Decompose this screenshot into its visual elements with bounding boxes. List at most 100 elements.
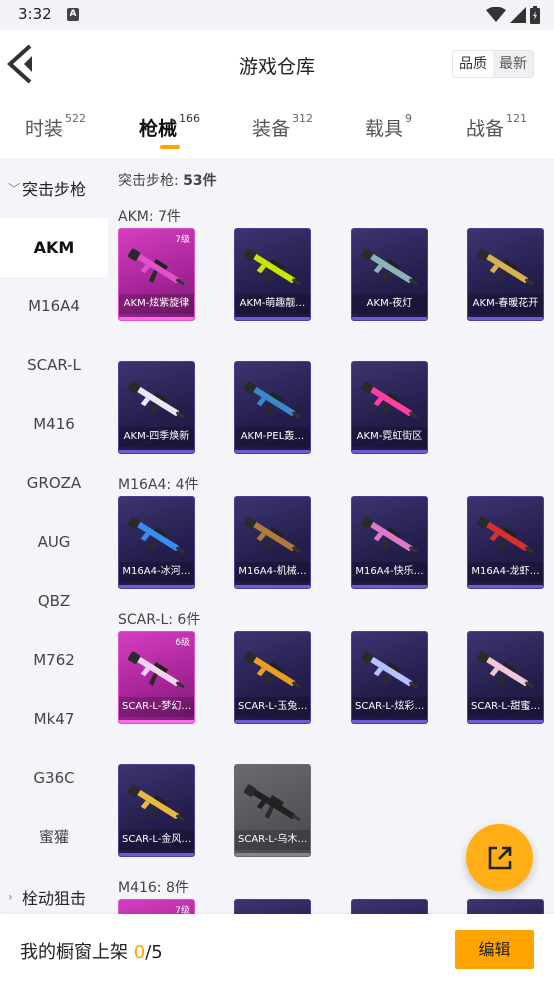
weapon-card[interactable]: 7级 AKM-炫紫旋律: [118, 228, 195, 321]
weapon-name: SCAR-L-甜蜜…: [468, 697, 543, 717]
section-title: AKM:: [118, 209, 154, 225]
edit-button[interactable]: 编辑: [455, 930, 534, 969]
weapon-card[interactable]: AKM-PEL轰…: [234, 361, 311, 454]
chevron-right-icon: ›: [8, 890, 13, 904]
rifle-icon: [360, 651, 418, 689]
sidebar-item-scar-l[interactable]: SCAR-L: [0, 336, 108, 395]
sidebar-item-akm[interactable]: AKM: [0, 218, 108, 277]
rifle-icon: [243, 248, 301, 286]
showcase-label: 我的橱窗上架: [20, 942, 128, 963]
weapon-name: AKM-PEL轰…: [235, 427, 310, 447]
tab-label: 载具: [365, 118, 404, 140]
weapon-card[interactable]: SCAR-L-乌木…: [234, 764, 311, 857]
rifle-icon: [360, 248, 418, 286]
weapon-name: SCAR-L-金风…: [119, 830, 194, 850]
showcase-status: 我的橱窗上架 0/5: [20, 938, 163, 964]
rifle-icon: [127, 784, 185, 822]
tab-count: 166: [179, 112, 201, 125]
sidebar-item-m16a4[interactable]: M16A4: [0, 277, 108, 336]
sidebar-item-qbz[interactable]: QBZ: [0, 572, 108, 631]
tab-label: 时装: [25, 118, 64, 140]
notification-icon: A: [67, 8, 79, 21]
section-count: 7件: [158, 209, 181, 225]
section-header: AKM: 7件: [118, 206, 181, 226]
weapon-card[interactable]: M16A4-机械…: [234, 496, 311, 589]
weapon-card[interactable]: AKM-萌趣靓…: [234, 228, 311, 321]
sidebar-group-bolt-sniper[interactable]: › 栓动狙击: [0, 867, 108, 914]
weapon-card[interactable]: [234, 899, 311, 914]
section-header: SCAR-L: 6件: [118, 609, 200, 629]
tab-count: 121: [506, 112, 528, 125]
summary-count: 53件: [183, 173, 217, 189]
weapon-card[interactable]: M16A4-冰河…: [118, 496, 195, 589]
weapon-name: AKM-春暖花开: [468, 294, 543, 314]
weapon-card[interactable]: SCAR-L-甜蜜…: [467, 631, 544, 724]
rifle-icon: [476, 651, 534, 689]
weapon-name: M16A4-龙虾…: [468, 562, 543, 582]
battery-icon: [530, 6, 540, 24]
tab-weapons[interactable]: 枪械 166: [139, 112, 201, 141]
weapon-card[interactable]: AKM-霓虹街区: [351, 361, 428, 454]
section-count: 6件: [177, 612, 201, 628]
section-title: M416:: [118, 880, 162, 896]
weapon-name: AKM-萌趣靓…: [235, 294, 310, 314]
tab-supplies[interactable]: 战备 121: [466, 112, 528, 141]
sort-quality-option[interactable]: 品质: [453, 51, 493, 77]
level-badge: 6级: [175, 638, 190, 648]
sidebar-item-aug[interactable]: AUG: [0, 513, 108, 572]
section-header: M416: 8件: [118, 877, 189, 897]
weapon-card[interactable]: AKM-四季焕新: [118, 361, 195, 454]
section-title: M16A4:: [118, 477, 172, 493]
summary-label: 突击步枪:: [118, 173, 179, 189]
weapon-card[interactable]: AKM-夜灯: [351, 228, 428, 321]
rifle-icon: [127, 516, 185, 554]
weapon-card[interactable]: M16A4-龙虾…: [467, 496, 544, 589]
signal-icon: [510, 7, 526, 23]
status-time: 3:32: [18, 5, 52, 23]
rifle-icon: [243, 651, 301, 689]
tab-vehicles[interactable]: 载具 9: [365, 112, 413, 141]
sidebar-group-assault-rifle[interactable]: ﹀ 突击步枪: [0, 158, 108, 218]
weapon-name: AKM-霓虹街区: [352, 427, 427, 447]
sort-latest-option[interactable]: 最新: [493, 51, 533, 77]
weapon-card[interactable]: AKM-春暖花开: [467, 228, 544, 321]
weapon-card[interactable]: 7级: [118, 899, 195, 914]
tab-count: 312: [292, 112, 314, 125]
weapon-name: SCAR-L-炫彩…: [352, 697, 427, 717]
weapon-card[interactable]: SCAR-L-炫彩…: [351, 631, 428, 724]
sidebar-item-groza[interactable]: GROZA: [0, 454, 108, 513]
weapon-card[interactable]: [351, 899, 428, 914]
weapon-name: AKM-炫紫旋律: [119, 294, 194, 314]
weapon-name: AKM-夜灯: [352, 294, 427, 314]
weapon-card[interactable]: M16A4-快乐…: [351, 496, 428, 589]
showcase-current: 0: [133, 942, 146, 963]
rifle-icon: [243, 784, 301, 822]
tab-label: 装备: [252, 118, 291, 140]
tab-equipment[interactable]: 装备 312: [252, 112, 314, 141]
sidebar-item-g36c[interactable]: G36C: [0, 749, 108, 808]
weapon-type-sidebar: ﹀ 突击步枪 AKM M16A4 SCAR-L M416 GROZA AUG Q…: [0, 158, 108, 914]
weapon-card[interactable]: [467, 899, 544, 914]
header: 游戏仓库 品质 最新: [0, 30, 554, 100]
weapon-card[interactable]: SCAR-L-玉兔…: [234, 631, 311, 724]
share-button[interactable]: [466, 824, 533, 891]
section-count: 8件: [165, 880, 189, 896]
sidebar-item-m416[interactable]: M416: [0, 395, 108, 454]
weapon-card[interactable]: 6级 SCAR-L-梦幻…: [118, 631, 195, 724]
weapon-card[interactable]: SCAR-L-金风…: [118, 764, 195, 857]
showcase-bar: 我的橱窗上架 0/5 编辑: [0, 914, 554, 984]
tab-fashion[interactable]: 时装 522: [25, 112, 86, 141]
tab-count: 9: [405, 112, 413, 125]
sidebar-item-honey-badger[interactable]: 蜜獾: [0, 808, 108, 867]
sidebar-item-mk47[interactable]: Mk47: [0, 690, 108, 749]
rifle-icon: [127, 248, 185, 286]
sort-toggle[interactable]: 品质 最新: [452, 50, 534, 78]
share-icon: [488, 846, 511, 869]
category-tabs: 时装 522 枪械 166 装备 312 载具 9 战备 121: [0, 100, 554, 158]
category-summary: 突击步枪: 53件: [118, 170, 217, 190]
section-title: SCAR-L:: [118, 612, 173, 628]
sidebar-item-m762[interactable]: M762: [0, 631, 108, 690]
section-header: M16A4: 4件: [118, 474, 198, 494]
rifle-icon: [360, 381, 418, 419]
showcase-total: /5: [145, 942, 163, 963]
